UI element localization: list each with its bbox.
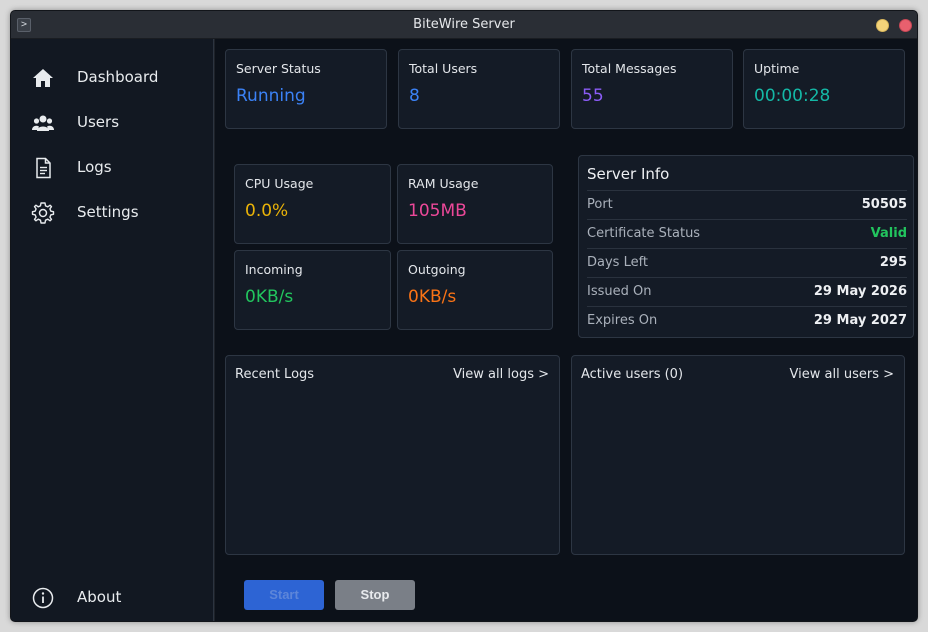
active-users-title: Active users (0) bbox=[581, 367, 684, 382]
outgoing-value: 0KB/s bbox=[408, 287, 457, 307]
info-value: 50505 bbox=[861, 197, 907, 212]
server-info-panel: Server Info Port 50505 Certificate Statu… bbox=[578, 155, 914, 338]
info-row-certificate-status: Certificate Status Valid bbox=[587, 219, 907, 248]
info-key: Days Left bbox=[587, 255, 649, 270]
terminal-icon: > bbox=[17, 18, 31, 32]
card-label: Outgoing bbox=[408, 262, 466, 277]
certificate-status-value: Valid bbox=[870, 226, 907, 241]
total-messages-value: 55 bbox=[582, 86, 604, 106]
card-label: RAM Usage bbox=[408, 176, 479, 191]
card-label: Total Users bbox=[409, 61, 478, 76]
info-value: 295 bbox=[879, 255, 907, 270]
info-key: Expires On bbox=[587, 313, 658, 328]
sidebar-item-logs[interactable]: Logs bbox=[11, 148, 214, 188]
sidebar-item-about[interactable]: About bbox=[11, 578, 214, 618]
server-status-card: Server Status Running bbox=[225, 49, 387, 129]
total-users-card: Total Users 8 bbox=[398, 49, 560, 129]
info-value: 29 May 2026 bbox=[813, 284, 907, 299]
ram-usage-card: RAM Usage 105MB bbox=[397, 164, 553, 244]
gear-icon bbox=[31, 202, 55, 224]
document-icon bbox=[36, 157, 51, 179]
sidebar-item-label: Users bbox=[77, 113, 120, 131]
card-label: CPU Usage bbox=[245, 176, 314, 191]
sidebar-item-label: Logs bbox=[77, 158, 112, 176]
outgoing-card: Outgoing 0KB/s bbox=[397, 250, 553, 330]
ram-usage-value: 105MB bbox=[408, 201, 467, 221]
uptime-card: Uptime 00:00:28 bbox=[743, 49, 905, 129]
sidebar-item-label: About bbox=[77, 588, 122, 606]
uptime-value: 00:00:28 bbox=[754, 86, 831, 106]
total-users-value: 8 bbox=[409, 86, 420, 106]
close-button[interactable] bbox=[899, 19, 912, 32]
info-key: Issued On bbox=[587, 284, 652, 299]
info-row-issued-on: Issued On 29 May 2026 bbox=[587, 277, 907, 306]
sidebar-item-settings[interactable]: Settings bbox=[11, 193, 214, 233]
card-label: Uptime bbox=[754, 61, 800, 76]
incoming-value: 0KB/s bbox=[245, 287, 294, 307]
server-info-title: Server Info bbox=[587, 165, 670, 183]
total-messages-card: Total Messages 55 bbox=[571, 49, 733, 129]
stop-button[interactable]: Stop bbox=[335, 580, 415, 610]
minimize-button[interactable] bbox=[876, 19, 889, 32]
info-key: Certificate Status bbox=[587, 226, 701, 241]
card-label: Total Messages bbox=[582, 61, 677, 76]
recent-logs-panel: Recent Logs View all logs > bbox=[225, 355, 560, 555]
card-label: Server Status bbox=[236, 61, 321, 76]
info-value: 29 May 2027 bbox=[813, 313, 907, 328]
users-icon bbox=[32, 115, 54, 131]
info-key: Port bbox=[587, 197, 613, 212]
home-icon bbox=[33, 69, 53, 87]
cpu-usage-value: 0.0% bbox=[245, 201, 289, 221]
server-status-value: Running bbox=[236, 86, 306, 106]
view-all-users-link[interactable]: View all users > bbox=[790, 367, 894, 382]
app-window: > BiteWire Server Dashboard Users Logs S… bbox=[10, 10, 918, 622]
title-bar: > BiteWire Server bbox=[11, 11, 917, 39]
active-users-panel: Active users (0) View all users > bbox=[571, 355, 905, 555]
sidebar-item-label: Settings bbox=[77, 203, 139, 221]
info-row-expires-on: Expires On 29 May 2027 bbox=[587, 306, 907, 335]
sidebar-item-label: Dashboard bbox=[77, 68, 159, 86]
dashboard-main: Server Status Running Total Users 8 Tota… bbox=[215, 39, 917, 621]
start-button[interactable]: Start bbox=[244, 580, 324, 610]
incoming-card: Incoming 0KB/s bbox=[234, 250, 391, 330]
sidebar-item-dashboard[interactable]: Dashboard bbox=[11, 58, 214, 98]
sidebar: Dashboard Users Logs Settings About bbox=[11, 39, 214, 621]
recent-logs-title: Recent Logs bbox=[235, 367, 315, 382]
info-row-port: Port 50505 bbox=[587, 190, 907, 219]
card-label: Incoming bbox=[245, 262, 303, 277]
cpu-usage-card: CPU Usage 0.0% bbox=[234, 164, 391, 244]
info-row-days-left: Days Left 295 bbox=[587, 248, 907, 277]
window-title: BiteWire Server bbox=[413, 17, 515, 32]
sidebar-item-users[interactable]: Users bbox=[11, 103, 214, 143]
view-all-logs-link[interactable]: View all logs > bbox=[453, 367, 549, 382]
info-icon bbox=[32, 587, 54, 609]
